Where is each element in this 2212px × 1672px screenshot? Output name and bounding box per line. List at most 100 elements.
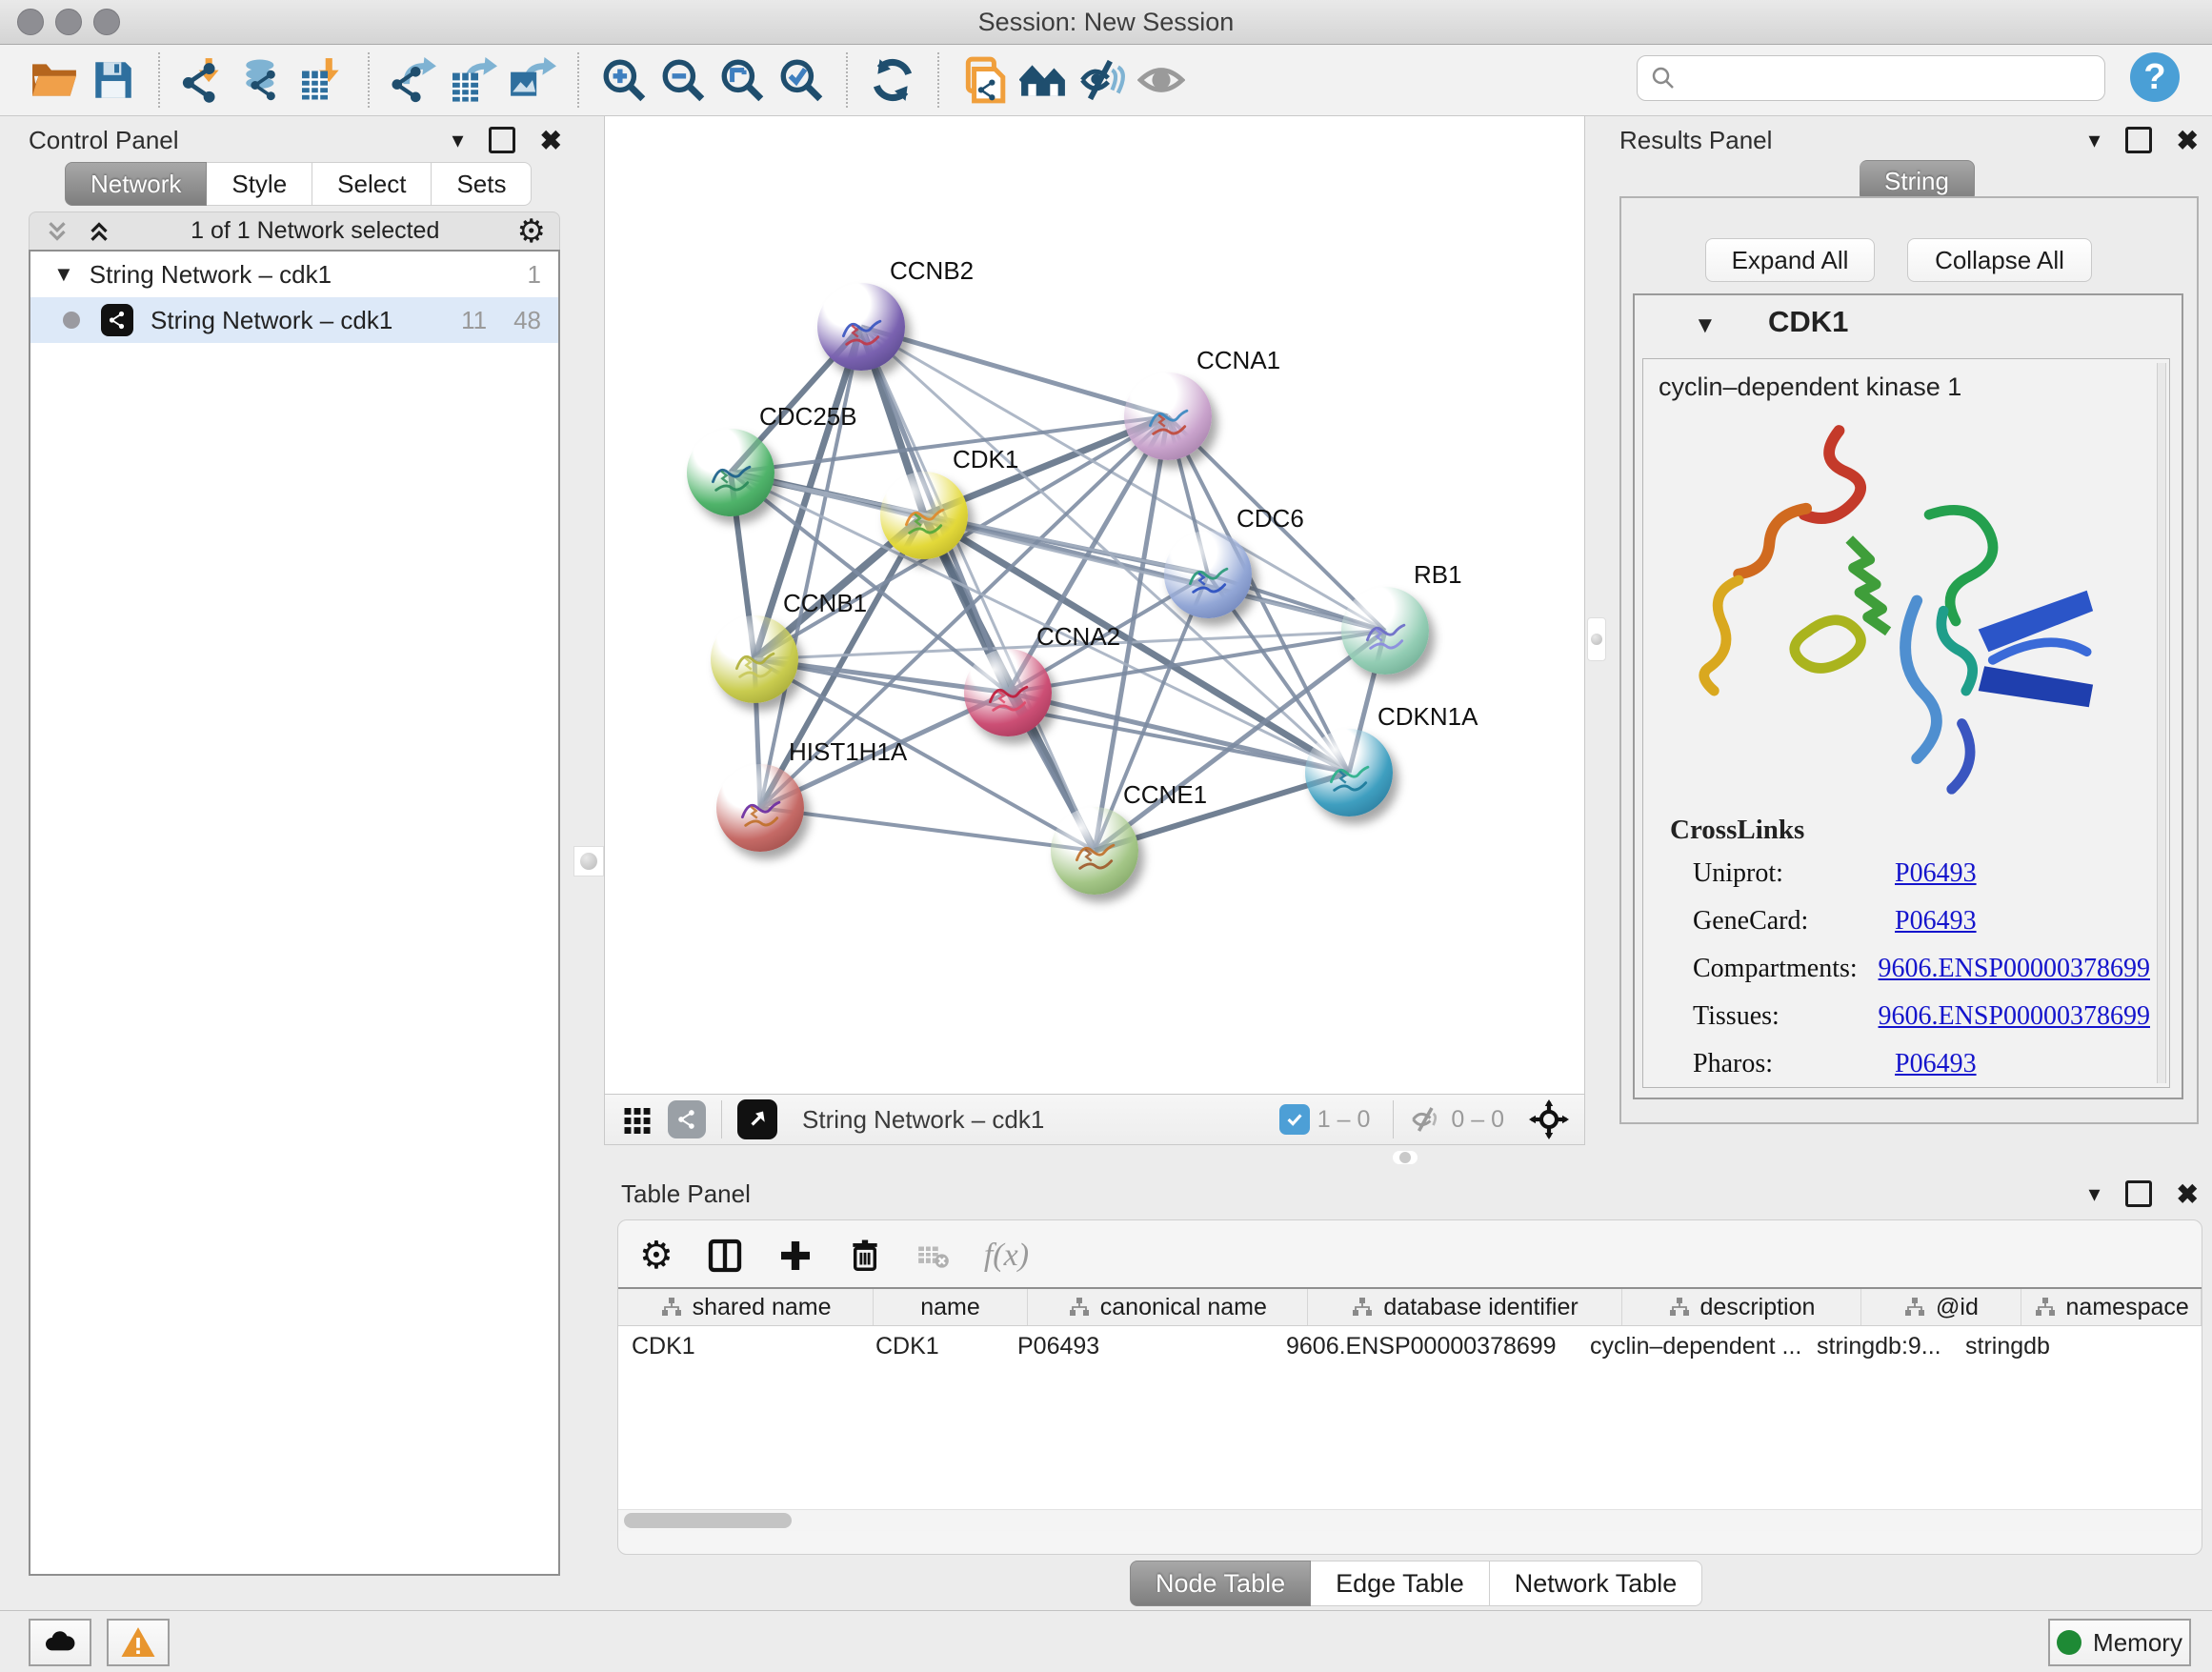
column-header-@id[interactable]: @id [1861,1289,2022,1325]
node-CCNA1[interactable] [1124,373,1212,460]
create-column-icon[interactable] [776,1237,814,1275]
table-horizontal-scrollbar[interactable] [618,1509,2202,1531]
table-cell[interactable]: P06493 [1004,1333,1273,1360]
pan-crosshair-icon[interactable] [1529,1099,1569,1139]
column-header-canonical-name[interactable]: canonical name [1028,1289,1308,1325]
tab-network-table[interactable]: Network Table [1490,1561,1703,1606]
tab-select[interactable]: Select [312,162,432,206]
node-CCNB2[interactable] [817,283,905,371]
node-HIST1H1A[interactable] [716,764,804,852]
save-session-icon [90,56,137,104]
export-image-button[interactable] [503,50,562,110]
crosslink-link[interactable]: P06493 [1895,906,1977,937]
table-cell[interactable]: CDK1 [862,1333,1004,1360]
export-table-button[interactable] [444,50,503,110]
node-RB1[interactable] [1341,587,1429,675]
table-panel-menu-icon[interactable]: ▾ [2088,1180,2100,1208]
control-panel-close-icon[interactable]: ✖ [540,125,562,156]
node-CDKN1A[interactable] [1305,729,1393,816]
table-cell[interactable]: 9606.ENSP00000378699 [1273,1333,1577,1360]
hidden-eye-icon[interactable] [1409,1102,1443,1137]
warning-status-button[interactable] [107,1619,170,1666]
node-CCNB1[interactable] [711,615,798,703]
collapse-all-button[interactable]: Collapse All [1907,238,2092,282]
tab-sets[interactable]: Sets [432,162,532,206]
table-cell[interactable]: stringdb:9... [1803,1333,1952,1360]
network-canvas[interactable]: CCNB2 CCNA1 CDC25B CDK1 CDC6 RB1 CCNB1 C… [604,116,1585,1094]
scrollbar-thumb[interactable] [624,1513,792,1528]
export-network-button[interactable] [385,50,444,110]
show-all-button[interactable] [1132,50,1191,110]
expand-all-button[interactable]: Expand All [1705,238,1875,282]
collection-expand-icon[interactable]: ▼ [53,262,74,287]
memory-label: Memory [2093,1628,2182,1658]
column-header-database-identifier[interactable]: database identifier [1308,1289,1623,1325]
network-collection-row[interactable]: ▼ String Network – cdk1 1 [30,252,558,297]
grid-view-icon[interactable] [620,1102,654,1137]
control-panel-float-icon[interactable] [489,127,515,153]
collapse-all-networks-icon[interactable] [43,217,71,246]
expand-all-networks-icon[interactable] [85,217,113,246]
show-columns-icon[interactable] [706,1237,744,1275]
selected-checkbox-icon[interactable] [1279,1104,1310,1135]
string-protein-query-button[interactable] [1014,50,1073,110]
network-badge-icon[interactable] [668,1100,706,1138]
search-input[interactable] [1678,64,2104,92]
table-cell[interactable]: cyclin–dependent ... [1577,1333,1803,1360]
open-session-button[interactable] [25,50,84,110]
new-network-from-selection-button[interactable] [955,50,1014,110]
column-header-description[interactable]: description [1622,1289,1860,1325]
import-network-from-database-button[interactable] [234,50,293,110]
column-header-shared-name[interactable]: shared name [618,1289,874,1325]
hide-selected-button[interactable] [1073,50,1132,110]
zoom-out-button[interactable] [654,50,713,110]
import-network-from-file-button[interactable] [175,50,234,110]
column-header-namespace[interactable]: namespace [2021,1289,2202,1325]
zoom-in-button[interactable] [594,50,654,110]
delete-column-trash-icon[interactable] [847,1238,883,1274]
crosslink-link[interactable]: P06493 [1895,858,1977,889]
node-CCNA2[interactable] [964,649,1052,736]
tab-edge-table[interactable]: Edge Table [1311,1561,1490,1606]
birds-eye-view-icon[interactable] [737,1099,777,1139]
results-panel-menu-icon[interactable]: ▾ [2088,127,2100,154]
table-options-gear-icon[interactable]: ⚙ [639,1234,674,1278]
table-row[interactable]: CDK1CDK1P064939606.ENSP00000378699cyclin… [618,1326,2202,1366]
node-CDC25B[interactable] [687,429,774,516]
crosslink-link[interactable]: 9606.ENSP00000378699 [1879,954,2150,984]
results-scrollbar[interactable] [2157,363,2166,1083]
horizontal-splitter-handle[interactable] [1393,1151,1418,1164]
network-row[interactable]: String Network – cdk1 11 48 [30,297,558,343]
crosslink-link[interactable]: 9606.ENSP00000378699 [1879,1001,2150,1032]
node-CDK1[interactable] [880,472,968,559]
apply-layout-button[interactable] [863,50,922,110]
right-splitter-handle[interactable] [1587,617,1606,661]
results-panel-close-icon[interactable]: ✖ [2177,125,2199,156]
zoom-selected-button[interactable] [772,50,831,110]
left-splitter-handle[interactable] [573,846,604,876]
help-button[interactable]: ? [2130,52,2180,102]
cdk1-collapse-icon[interactable]: ▼ [1694,312,1717,339]
results-panel-float-icon[interactable] [2125,127,2152,153]
table-cell[interactable]: CDK1 [618,1333,862,1360]
table-cell[interactable]: stringdb [1952,1333,2120,1360]
zoom-fit-button[interactable] [713,50,772,110]
tab-style[interactable]: Style [207,162,312,206]
save-session-button[interactable] [84,50,143,110]
tab-network[interactable]: Network [65,162,207,206]
memory-button[interactable]: Memory [2048,1619,2191,1666]
table-panel-close-icon[interactable]: ✖ [2177,1178,2199,1210]
export-image-icon [509,56,556,104]
node-CDC6[interactable] [1164,531,1252,618]
control-panel-menu-icon[interactable]: ▾ [452,127,463,154]
table-panel-float-icon[interactable] [2125,1180,2152,1207]
import-table-from-file-button[interactable] [293,50,352,110]
tab-node-table[interactable]: Node Table [1130,1561,1311,1606]
zoom-selected-icon [777,56,825,104]
cloud-status-button[interactable] [29,1619,91,1666]
network-options-gear-icon[interactable]: ⚙ [517,212,546,251]
node-CCNE1[interactable] [1051,807,1138,895]
network-list: ▼ String Network – cdk1 1 String Network… [29,250,560,1576]
column-header-name[interactable]: name [874,1289,1028,1325]
crosslink-link[interactable]: P06493 [1895,1049,1977,1079]
